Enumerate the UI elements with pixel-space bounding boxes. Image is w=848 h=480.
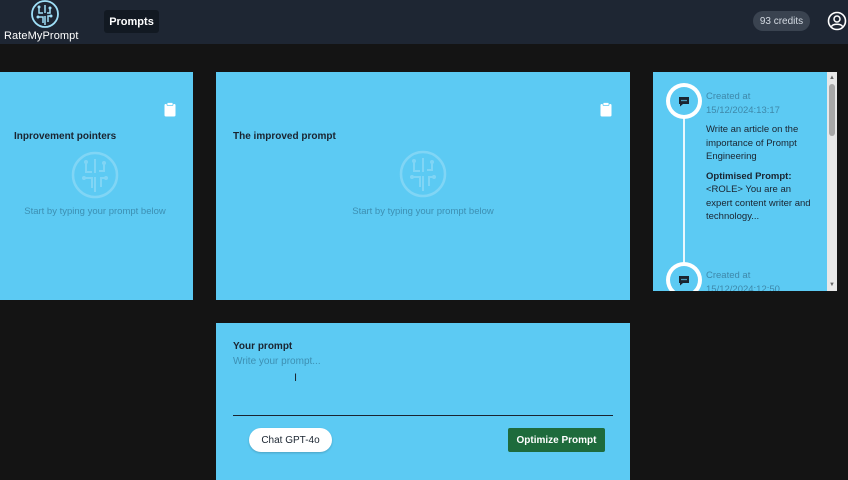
history-optimised-label: Optimised Prompt: — [706, 170, 792, 182]
chat-bubble-icon — [679, 275, 689, 285]
empty-state-text: Start by typing your prompt below — [24, 206, 166, 217]
scroll-down-arrow-icon[interactable]: ▼ — [828, 281, 836, 289]
top-navigation-bar: RateMyPrompt Prompts 93 credits — [0, 0, 848, 44]
brain-circuit-icon — [31, 0, 59, 28]
model-selector-button[interactable]: Chat GPT-4o — [249, 428, 332, 452]
clipboard-icon[interactable] — [600, 102, 612, 117]
input-underline — [233, 415, 613, 416]
brain-circuit-icon — [71, 151, 119, 199]
panel-title: Inprovement pointers — [14, 131, 117, 142]
scrollbar-thumb[interactable] — [829, 84, 835, 136]
improvement-pointers-panel: Inprovement pointers Start by typing you… — [0, 72, 193, 300]
history-node[interactable] — [666, 83, 702, 119]
history-created-label: Created at — [706, 270, 751, 281]
app-name: RateMyPrompt — [4, 30, 79, 42]
history-node[interactable] — [666, 262, 702, 291]
chat-bubble-icon — [679, 96, 689, 106]
text-cursor-icon: I — [294, 372, 298, 384]
history-item[interactable]: Created at 15/12/2024:12:50 — [706, 269, 814, 291]
history-item[interactable]: Created at 15/12/2024:13:17 Write an art… — [706, 90, 814, 224]
scroll-up-arrow-icon[interactable]: ▲ — [828, 74, 836, 82]
brain-circuit-icon — [399, 150, 447, 198]
panel-title: The improved prompt — [233, 131, 336, 142]
credits-badge: 93 credits — [753, 11, 810, 31]
user-circle-icon[interactable] — [827, 11, 847, 31]
app-logo[interactable]: RateMyPrompt — [4, 0, 84, 44]
prompt-textarea[interactable] — [233, 356, 613, 414]
prompt-history-panel: Created at 15/12/2024:13:17 Write an art… — [653, 72, 837, 291]
improved-prompt-panel: The improved prompt Start by typing your… — [216, 72, 630, 300]
history-optimised-text: <ROLE> You are an expert content writer … — [706, 184, 811, 222]
empty-state-text: Start by typing your prompt below — [352, 206, 494, 217]
history-created-date: 15/12/2024:12:50 — [706, 283, 780, 292]
prompt-input-panel: Your prompt I Chat GPT-4o Optimize Promp… — [216, 323, 630, 480]
clipboard-icon[interactable] — [164, 102, 176, 117]
optimize-prompt-button[interactable]: Optimize Prompt — [508, 428, 605, 452]
history-prompt-text: Write an article on the importance of Pr… — [706, 124, 799, 162]
history-created-date: 15/12/2024:13:17 — [706, 104, 780, 116]
nav-tab-prompts[interactable]: Prompts — [104, 10, 159, 33]
history-created-label: Created at — [706, 91, 751, 102]
panel-title: Your prompt — [233, 341, 293, 352]
history-scrollbar[interactable]: ▲ ▼ — [827, 72, 837, 291]
